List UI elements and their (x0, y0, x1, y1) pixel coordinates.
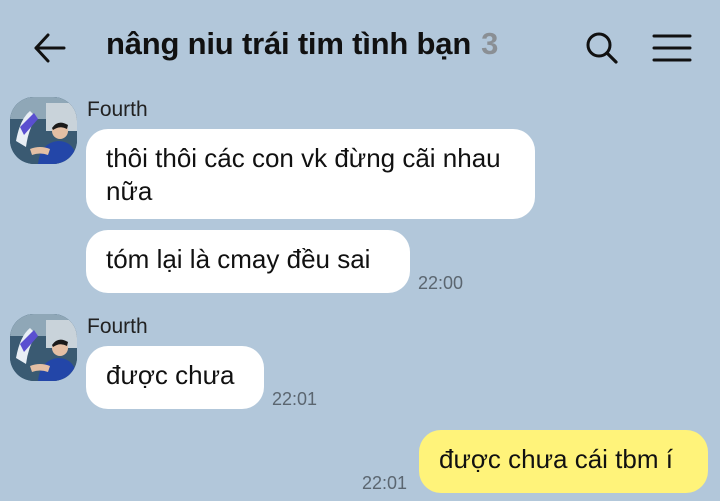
arrow-left-icon (34, 33, 66, 63)
message-text: tóm lại là cmay đều sai (106, 244, 371, 274)
outgoing-message-bubble[interactable]: được chưa cái tbm í (419, 430, 708, 493)
sender-avatar[interactable] (10, 314, 77, 381)
sender-name: Fourth (87, 315, 148, 338)
search-button[interactable] (582, 28, 622, 68)
chat-title-area[interactable]: nâng niu trái tim tình bạn 3 (106, 26, 498, 70)
message-text: thôi thôi các con vk đừng cãi nhau nữa (106, 143, 501, 206)
chat-header: nâng niu trái tim tình bạn 3 (0, 0, 720, 92)
message-text: được chưa cái tbm í (439, 444, 673, 474)
message-text: được chưa (106, 360, 235, 390)
sender-name: Fourth (87, 98, 148, 121)
menu-button[interactable] (650, 28, 694, 68)
hamburger-menu-icon (652, 34, 692, 62)
chat-title: nâng niu trái tim tình bạn (106, 26, 472, 61)
message-timestamp: 22:01 (272, 389, 318, 409)
message-timestamp: 22:00 (418, 273, 464, 293)
message-bubble[interactable]: thôi thôi các con vk đừng cãi nhau nữa (86, 129, 535, 219)
member-count: 3 (481, 26, 499, 61)
avatar-photo-icon (10, 314, 77, 381)
message-bubble[interactable]: tóm lại là cmay đều sai (86, 230, 410, 293)
message-timestamp: 22:01 (362, 473, 408, 493)
sender-avatar[interactable] (10, 97, 77, 164)
message-bubble[interactable]: được chưa (86, 346, 264, 409)
search-icon (586, 32, 618, 64)
avatar-photo-icon (10, 97, 77, 164)
back-button[interactable] (30, 28, 70, 68)
